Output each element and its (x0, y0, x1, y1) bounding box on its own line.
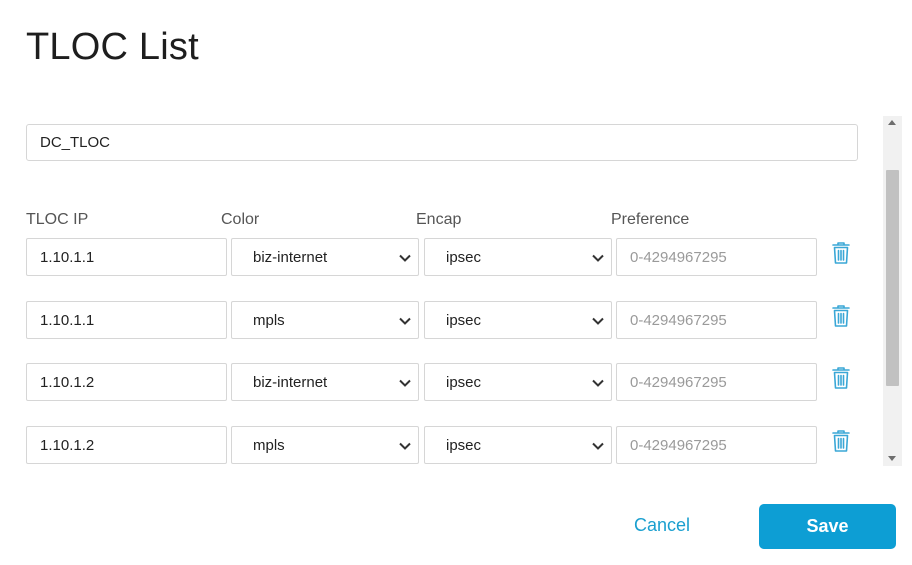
chevron-down-icon (399, 379, 411, 387)
chevron-down-icon (399, 254, 411, 262)
chevron-down-icon (399, 317, 411, 325)
encap-select[interactable]: ipsec (424, 426, 612, 464)
chevron-down-icon (592, 442, 604, 450)
trash-icon[interactable] (831, 366, 851, 390)
color-select-value: mpls (253, 312, 285, 329)
cancel-button[interactable]: Cancel (634, 515, 690, 536)
encap-select[interactable]: ipsec (424, 363, 612, 401)
encap-select-value: ipsec (446, 312, 482, 329)
column-header-color: Color (221, 211, 260, 228)
column-header-encap: Encap (416, 211, 462, 228)
preference-input[interactable] (616, 301, 817, 339)
vertical-scrollbar[interactable] (883, 116, 902, 466)
tloc-row: biz-internet ipsec (0, 238, 870, 276)
column-header-preference: Preference (611, 211, 690, 228)
color-select-value: biz-internet (253, 374, 328, 391)
encap-select-value: ipsec (446, 437, 482, 454)
column-header-tloc-ip: TLOC IP (26, 211, 89, 228)
encap-select-value: ipsec (446, 249, 482, 266)
preference-input[interactable] (616, 238, 817, 276)
tloc-row: mpls ipsec (0, 426, 870, 464)
preference-input[interactable] (616, 426, 817, 464)
color-select[interactable]: biz-internet (231, 238, 419, 276)
tloc-ip-input[interactable] (26, 363, 227, 401)
chevron-down-icon (592, 317, 604, 325)
encap-select[interactable]: ipsec (424, 301, 612, 339)
encap-select-value: ipsec (446, 374, 482, 391)
save-button[interactable]: Save (759, 504, 896, 549)
color-select-value: biz-internet (253, 249, 328, 266)
scroll-down-arrow-icon[interactable] (888, 456, 896, 461)
trash-icon[interactable] (831, 241, 851, 265)
color-select-value: mpls (253, 437, 285, 454)
scroll-up-arrow-icon[interactable] (888, 120, 896, 125)
tloc-ip-input[interactable] (26, 426, 227, 464)
trash-icon[interactable] (831, 429, 851, 453)
dialog-title: TLOC List (26, 26, 199, 68)
list-name-input[interactable] (26, 124, 858, 161)
tloc-ip-input[interactable] (26, 301, 227, 339)
color-select[interactable]: biz-internet (231, 363, 419, 401)
trash-icon[interactable] (831, 304, 851, 328)
tloc-ip-input[interactable] (26, 238, 227, 276)
chevron-down-icon (399, 442, 411, 450)
scrollbar-thumb[interactable] (886, 170, 899, 386)
chevron-down-icon (592, 254, 604, 262)
chevron-down-icon (592, 379, 604, 387)
tloc-row: biz-internet ipsec (0, 363, 870, 401)
preference-input[interactable] (616, 363, 817, 401)
color-select[interactable]: mpls (231, 426, 419, 464)
tloc-row: mpls ipsec (0, 301, 870, 339)
encap-select[interactable]: ipsec (424, 238, 612, 276)
color-select[interactable]: mpls (231, 301, 419, 339)
